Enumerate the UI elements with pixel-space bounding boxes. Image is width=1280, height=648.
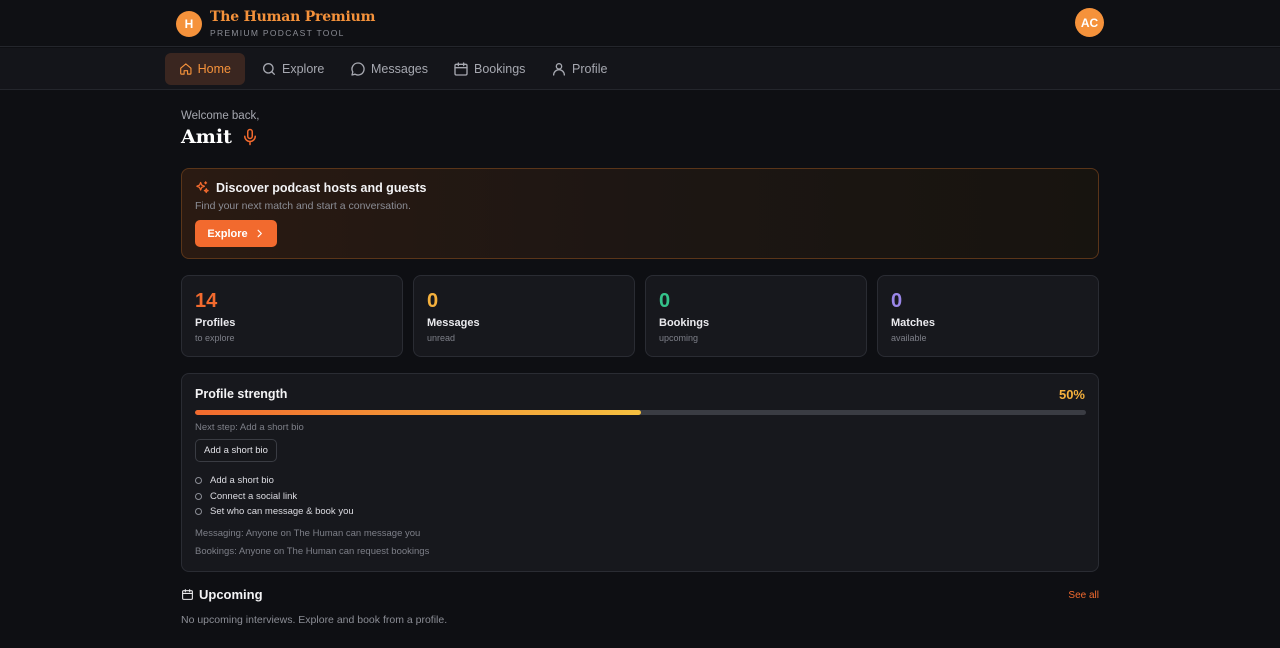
nav-bookings-label: Bookings bbox=[474, 62, 526, 76]
profile-strength-percent: 50% bbox=[1058, 387, 1085, 402]
stat-card-messages[interactable]: 0 Messages unread bbox=[413, 275, 635, 357]
nav-home[interactable]: Home bbox=[165, 53, 245, 85]
user-icon bbox=[553, 62, 565, 76]
unchecked-circle-icon bbox=[195, 492, 202, 500]
explore-button[interactable]: Explore bbox=[195, 220, 277, 247]
nav-bookings[interactable]: Bookings bbox=[439, 53, 539, 85]
explore-button-label: Explore bbox=[207, 227, 248, 240]
brand-name: The Human Premium bbox=[210, 9, 376, 25]
see-all-link[interactable]: See all bbox=[1068, 590, 1099, 601]
stat-card-bookings[interactable]: 0 Bookings upcoming bbox=[645, 275, 867, 357]
checklist-item[interactable]: Connect a social link bbox=[195, 489, 354, 505]
stat-label: Bookings bbox=[659, 317, 710, 329]
calendar-icon bbox=[182, 589, 193, 600]
profile-checklist: Add a short bio Connect a social link Se… bbox=[195, 473, 354, 520]
stat-value: 0 bbox=[427, 290, 439, 312]
brand-logo: H bbox=[176, 10, 202, 37]
sparkles-icon bbox=[196, 181, 209, 194]
checklist-item-label: Connect a social link bbox=[210, 490, 298, 502]
microphone-icon bbox=[243, 128, 256, 146]
user-avatar[interactable]: AC bbox=[1075, 8, 1104, 37]
stat-value: 0 bbox=[891, 290, 903, 312]
welcome-greeting: Welcome back, bbox=[181, 110, 260, 122]
checklist-item[interactable]: Add a short bio bbox=[195, 473, 354, 489]
unchecked-circle-icon bbox=[195, 508, 202, 516]
bookings-permission: Bookings: Anyone on The Human can reques… bbox=[195, 546, 430, 557]
stat-label: Messages bbox=[427, 317, 480, 329]
stat-value: 0 bbox=[659, 290, 671, 312]
calendar-icon bbox=[454, 62, 468, 76]
messaging-permission: Messaging: Anyone on The Human can messa… bbox=[195, 528, 421, 539]
nav-messages[interactable]: Messages bbox=[336, 53, 442, 85]
nav-home-label: Home bbox=[197, 62, 231, 76]
chevron-right-icon bbox=[257, 229, 262, 238]
profile-strength-bar-fill bbox=[195, 410, 641, 415]
stat-sub: upcoming bbox=[659, 333, 699, 343]
nav-messages-label: Messages bbox=[371, 62, 428, 76]
upcoming-title: Upcoming bbox=[199, 587, 263, 602]
nav-explore[interactable]: Explore bbox=[247, 53, 338, 85]
checklist-item-label: Add a short bio bbox=[210, 475, 274, 487]
profile-strength-title: Profile strength bbox=[195, 387, 288, 401]
stat-sub: unread bbox=[427, 333, 456, 343]
discover-title-row: Discover podcast hosts and guests bbox=[195, 180, 426, 195]
upcoming-empty-text: No upcoming interviews. Explore and book… bbox=[181, 614, 448, 626]
stat-card-matches[interactable]: 0 Matches available bbox=[877, 275, 1099, 357]
discover-title: Discover podcast hosts and guests bbox=[216, 180, 427, 195]
app-header: H The Human Premium PREMIUM PODCAST TOOL… bbox=[0, 0, 1280, 47]
brand-text: The Human Premium PREMIUM PODCAST TOOL bbox=[210, 9, 375, 38]
unchecked-circle-icon bbox=[195, 477, 202, 485]
brand[interactable]: H The Human Premium PREMIUM PODCAST TOOL bbox=[176, 9, 375, 38]
stat-card-profiles[interactable]: 14 Profiles to explore bbox=[181, 275, 403, 357]
discover-card: Discover podcast hosts and guests Find y… bbox=[181, 168, 1099, 259]
user-name: Amit bbox=[181, 126, 232, 148]
brand-tagline: PREMIUM PODCAST TOOL bbox=[210, 28, 345, 38]
welcome-name-row: Amit bbox=[181, 126, 259, 148]
nav-explore-label: Explore bbox=[282, 62, 325, 76]
upcoming-header: Upcoming bbox=[181, 587, 263, 602]
stat-sub: available bbox=[891, 333, 927, 343]
checklist-item-label: Set who can message & book you bbox=[210, 506, 354, 518]
discover-subtitle: Find your next match and start a convers… bbox=[195, 200, 411, 212]
profile-strength-card: Profile strength 50% Next step: Add a sh… bbox=[181, 373, 1099, 572]
home-icon bbox=[180, 63, 192, 75]
main-nav: Home Explore Messages Bookings Profile bbox=[0, 48, 1280, 90]
profile-strength-bar bbox=[195, 410, 1086, 415]
nav-profile-label: Profile bbox=[572, 62, 608, 76]
add-bio-button[interactable]: Add a short bio bbox=[195, 439, 277, 462]
checklist-item[interactable]: Set who can message & book you bbox=[195, 504, 354, 520]
message-icon bbox=[351, 62, 365, 76]
nav-profile[interactable]: Profile bbox=[537, 53, 621, 85]
search-icon bbox=[263, 62, 275, 75]
next-step-text: Next step: Add a short bio bbox=[195, 422, 304, 433]
stat-sub: to explore bbox=[195, 333, 235, 343]
stat-label: Matches bbox=[891, 317, 936, 329]
stat-label: Profiles bbox=[195, 317, 236, 329]
stat-value: 14 bbox=[195, 290, 218, 312]
